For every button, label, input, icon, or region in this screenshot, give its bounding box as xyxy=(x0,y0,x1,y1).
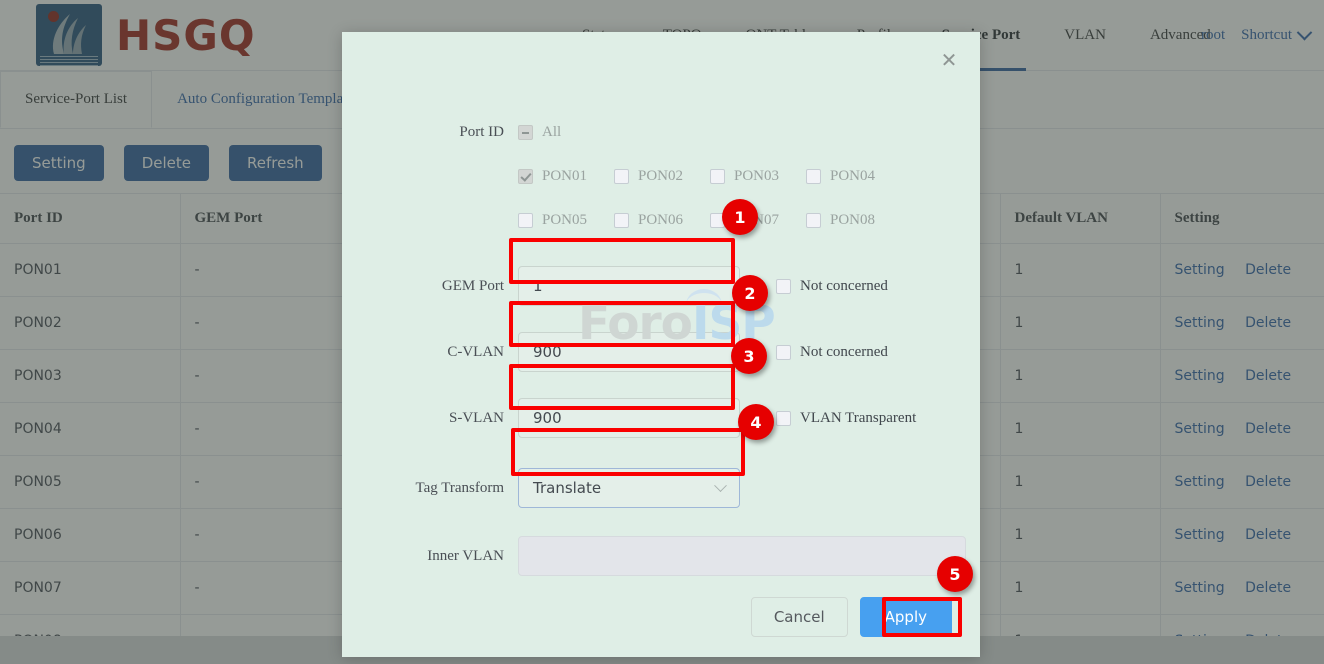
checkbox-pon05-label: PON05 xyxy=(542,211,588,228)
checkbox-icon xyxy=(776,410,791,426)
close-icon[interactable]: ✕ xyxy=(938,50,960,72)
checkbox-pon05[interactable]: PON05 xyxy=(518,212,614,229)
checkbox-all-ports[interactable]: All xyxy=(518,124,561,141)
tag-transform-label: Tag Transform xyxy=(415,479,504,496)
cancel-button[interactable]: Cancel xyxy=(750,597,848,637)
checkbox-pon02[interactable]: PON02 xyxy=(614,168,710,185)
checkbox-pon04-label: PON04 xyxy=(830,167,876,184)
apply-button[interactable]: Apply xyxy=(859,597,952,637)
checkbox-vlan-transparent[interactable]: VLAN Transparent xyxy=(776,410,916,427)
service-port-setting-dialog: ✕ Port ID All PON01 PON02 PON03 PON04 PO… xyxy=(342,32,980,657)
screen: HSGQ Status TOPO ONT Table Profile Servi… xyxy=(0,0,1324,664)
annotation-badge-2: 2 xyxy=(732,275,768,311)
annotation-badge-3: 3 xyxy=(731,338,767,374)
checkbox-pon02-label: PON02 xyxy=(638,167,684,184)
s-vlan-input[interactable] xyxy=(518,398,740,438)
inner-vlan-label: Inner VLAN xyxy=(427,547,504,564)
checkbox-icon xyxy=(710,168,725,184)
field-row-gem-port: GEM Port Not concerned xyxy=(342,264,980,308)
checkbox-pon08-label: PON08 xyxy=(830,211,876,228)
checkbox-pon04[interactable]: PON04 xyxy=(806,168,902,185)
checkbox-vlan-transparent-label: VLAN Transparent xyxy=(800,409,917,426)
checkbox-pon03-label: PON03 xyxy=(734,167,780,184)
checkbox-all-label: All xyxy=(542,123,562,140)
field-row-port-id: Port ID All xyxy=(342,110,980,154)
checkbox-gem-not-concerned[interactable]: Not concerned xyxy=(776,278,888,295)
field-row-inner-vlan: Inner VLAN xyxy=(342,534,980,578)
port-checkbox-row-2: PON05 PON06 PON07 PON08 xyxy=(518,212,902,229)
s-vlan-label: S-VLAN xyxy=(449,409,504,426)
c-vlan-label: C-VLAN xyxy=(447,343,504,360)
checkbox-icon xyxy=(776,344,791,360)
field-row-c-vlan: C-VLAN Not concerned xyxy=(342,330,980,374)
tag-transform-select[interactable]: Translate xyxy=(518,468,740,508)
checkbox-gem-not-concerned-label: Not concerned xyxy=(800,277,888,294)
checkbox-pon03[interactable]: PON03 xyxy=(710,168,806,185)
checkbox-icon xyxy=(806,212,821,228)
checkbox-icon xyxy=(518,168,533,184)
checkbox-cvlan-not-concerned[interactable]: Not concerned xyxy=(776,344,888,361)
gem-port-label: GEM Port xyxy=(441,277,504,294)
checkbox-icon xyxy=(518,212,533,228)
gem-port-input[interactable] xyxy=(518,266,740,306)
dialog-form: Port ID All PON01 PON02 PON03 PON04 PON0… xyxy=(342,32,980,578)
checkbox-icon xyxy=(776,278,791,294)
checkbox-cvlan-not-concerned-label: Not concerned xyxy=(800,343,888,360)
annotation-badge-5: 5 xyxy=(937,556,973,592)
field-row-ports-2: PON05 PON06 PON07 PON08 xyxy=(342,198,980,242)
checkbox-icon xyxy=(518,124,533,140)
port-checkbox-row-1: PON01 PON02 PON03 PON04 xyxy=(518,168,902,185)
c-vlan-input[interactable] xyxy=(518,332,740,372)
field-row-s-vlan: S-VLAN VLAN Transparent xyxy=(342,396,980,440)
field-row-tag-transform: Tag Transform Translate xyxy=(342,466,980,510)
inner-vlan-input[interactable] xyxy=(518,536,966,576)
dialog-actions: Cancel Apply xyxy=(750,597,952,637)
chevron-down-icon xyxy=(714,478,727,492)
checkbox-icon xyxy=(614,212,629,228)
annotation-badge-4: 4 xyxy=(738,404,774,440)
field-row-ports-1: PON01 PON02 PON03 PON04 xyxy=(342,154,980,198)
port-id-label: Port ID xyxy=(459,123,504,140)
checkbox-icon xyxy=(614,168,629,184)
checkbox-pon01-label: PON01 xyxy=(542,167,588,184)
checkbox-pon06[interactable]: PON06 xyxy=(614,212,710,229)
checkbox-icon xyxy=(806,168,821,184)
annotation-badge-1: 1 xyxy=(722,199,758,235)
checkbox-pon01[interactable]: PON01 xyxy=(518,168,614,185)
checkbox-pon08[interactable]: PON08 xyxy=(806,212,902,229)
checkbox-pon06-label: PON06 xyxy=(638,211,684,228)
tag-transform-value: Translate xyxy=(533,479,602,497)
